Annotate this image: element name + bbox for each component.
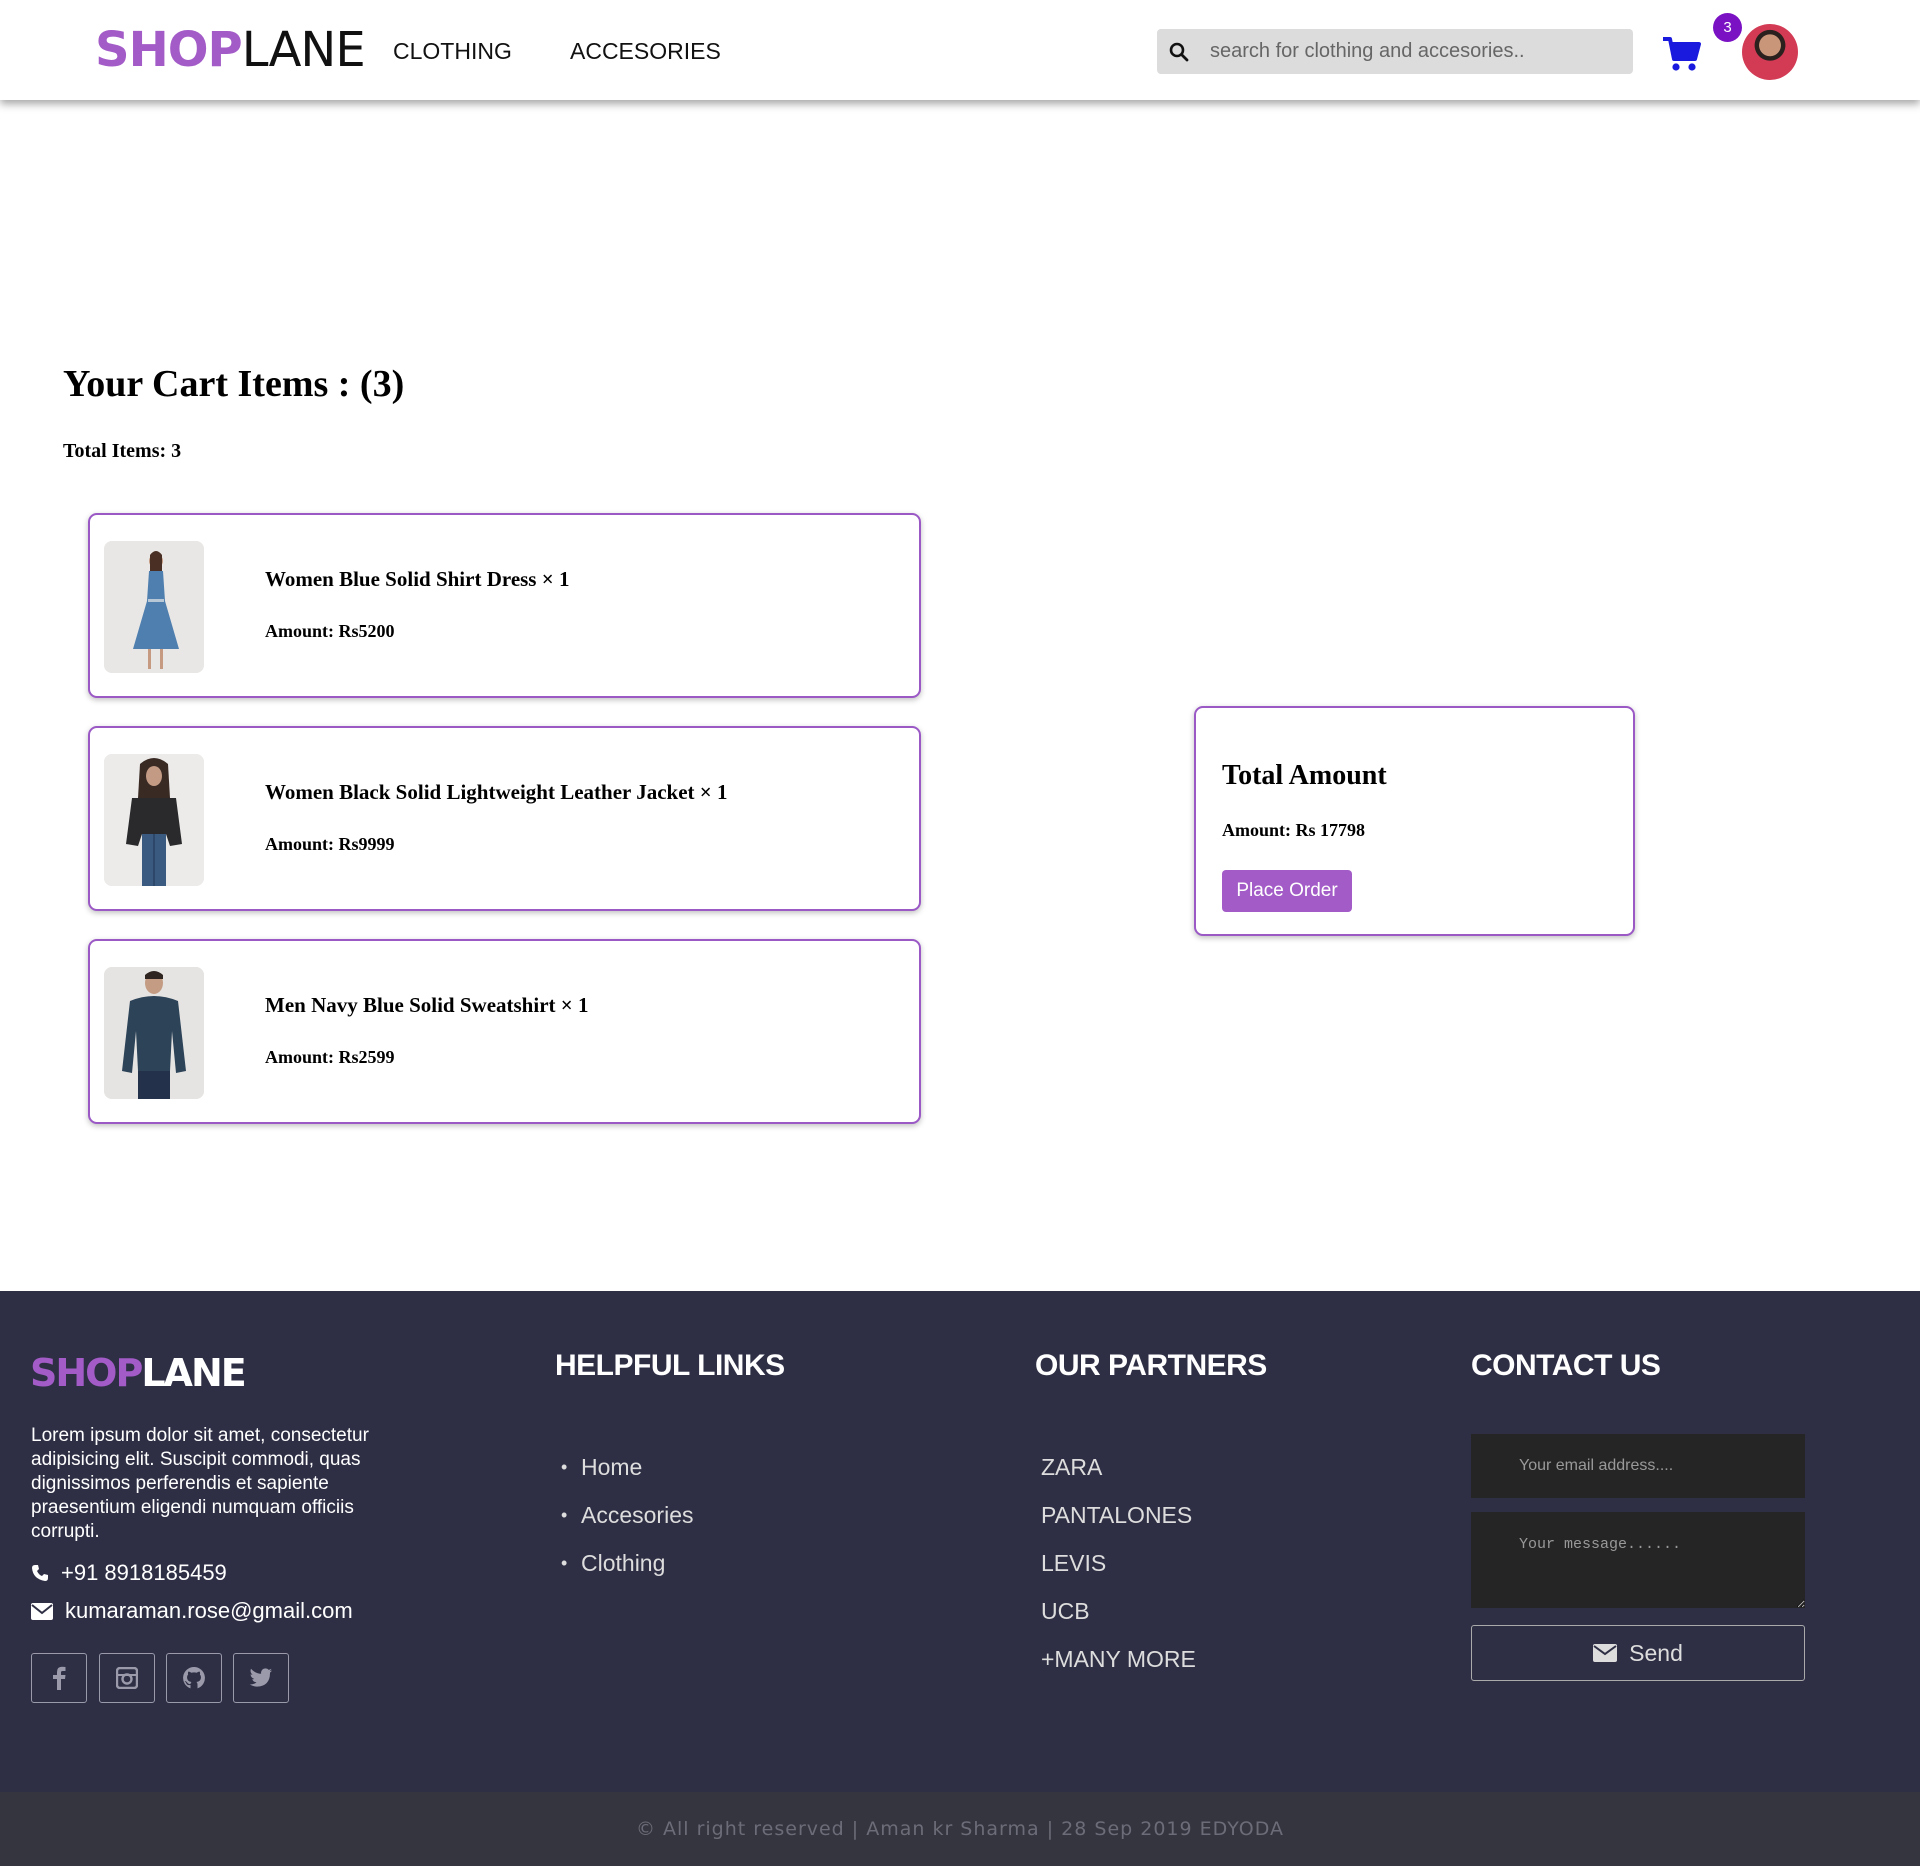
- place-order-button[interactable]: Place Order: [1222, 870, 1352, 912]
- total-items-count: Total Items: 3: [63, 440, 182, 462]
- summary-title: Total Amount: [1222, 760, 1387, 791]
- phone-number: +91 8918185459: [61, 1560, 227, 1585]
- brand-logo[interactable]: SHOPLANE: [95, 22, 366, 78]
- cart-count-badge: 3: [1713, 13, 1742, 42]
- email-address[interactable]: kumaraman.rose@gmail.com: [65, 1598, 353, 1624]
- footer-logo-shop: SHOP: [30, 1351, 143, 1395]
- contact-heading: CONTACT US: [1471, 1349, 1661, 1382]
- footer-link-accesories[interactable]: Accesories: [561, 1501, 693, 1549]
- item-amount: Amount: Rs2599: [265, 1047, 395, 1067]
- product-image-sweatshirt[interactable]: [104, 967, 204, 1099]
- cart-item-card: Women Blue Solid Shirt Dress × 1 Amount:…: [88, 513, 921, 698]
- partner-item: PANTALONES: [1041, 1502, 1193, 1528]
- item-name: Women Blue Solid Shirt Dress × 1: [265, 567, 570, 591]
- partner-item: +MANY MORE: [1041, 1646, 1196, 1672]
- logo-lane-text: LANE: [241, 22, 366, 78]
- nav-accesories-link[interactable]: ACCESORIES: [570, 38, 721, 65]
- partners-heading: OUR PARTNERS: [1035, 1349, 1267, 1382]
- instagram-icon[interactable]: [99, 1653, 155, 1703]
- envelope-icon: [31, 1602, 53, 1620]
- cart-item-card: Women Black Solid Lightweight Leather Ja…: [88, 726, 921, 911]
- logo-shop-text: SHOP: [95, 22, 243, 78]
- search-icon[interactable]: [1157, 29, 1201, 74]
- top-navbar: SHOPLANE CLOTHING ACCESORIES 3: [0, 0, 1920, 100]
- product-image-jacket[interactable]: [104, 754, 204, 886]
- twitter-icon[interactable]: [233, 1653, 289, 1703]
- facebook-icon[interactable]: [31, 1653, 87, 1703]
- partners-list: ZARA PANTALONES LEVIS UCB +MANY MORE: [1041, 1453, 1196, 1693]
- item-name: Women Black Solid Lightweight Leather Ja…: [265, 780, 728, 804]
- send-label: Send: [1629, 1639, 1683, 1666]
- footer-link-home[interactable]: Home: [561, 1453, 693, 1501]
- footer-logo[interactable]: SHOPLANE: [30, 1351, 247, 1395]
- item-name: Men Navy Blue Solid Sweatshirt × 1: [265, 993, 589, 1017]
- copyright-bar: © All right reserved | Aman kr Sharma | …: [0, 1792, 1920, 1866]
- product-image-dress[interactable]: [104, 541, 204, 673]
- page-title: Your Cart Items : (3): [63, 363, 405, 405]
- partner-item: UCB: [1041, 1598, 1090, 1624]
- contact-message-field[interactable]: [1471, 1512, 1805, 1608]
- helpful-links-list: Home Accesories Clothing: [555, 1453, 693, 1597]
- item-amount: Amount: Rs9999: [265, 834, 395, 854]
- shopping-cart-icon[interactable]: [1662, 35, 1702, 73]
- search-bar: [1157, 29, 1633, 74]
- partner-item: LEVIS: [1041, 1550, 1107, 1576]
- footer-logo-lane: LANE: [141, 1351, 246, 1395]
- send-button[interactable]: Send: [1471, 1625, 1805, 1681]
- item-amount: Amount: Rs5200: [265, 621, 395, 641]
- partner-item: ZARA: [1041, 1454, 1103, 1480]
- search-input[interactable]: [1202, 29, 1630, 74]
- footer-link-clothing[interactable]: Clothing: [561, 1549, 693, 1597]
- envelope-icon: [1593, 1644, 1618, 1662]
- user-avatar[interactable]: [1742, 24, 1798, 80]
- order-summary-card: Total Amount Amount: Rs 17798 Place Orde…: [1194, 706, 1635, 936]
- cart-item-card: Men Navy Blue Solid Sweatshirt × 1 Amoun…: [88, 939, 921, 1124]
- github-icon[interactable]: [166, 1653, 222, 1703]
- footer: SHOPLANE Lorem ipsum dolor sit amet, con…: [0, 1291, 1920, 1792]
- phone-icon: [32, 1565, 48, 1581]
- helpful-links-heading: HELPFUL LINKS: [555, 1349, 785, 1382]
- footer-phone: +91 8918185459: [31, 1560, 227, 1586]
- nav-clothing-link[interactable]: CLOTHING: [393, 38, 512, 65]
- footer-email: kumaraman.rose@gmail.com: [31, 1598, 353, 1624]
- contact-email-field[interactable]: [1471, 1434, 1805, 1498]
- summary-amount: Amount: Rs 17798: [1222, 820, 1366, 840]
- footer-description: Lorem ipsum dolor sit amet, consectetur …: [31, 1425, 369, 1542]
